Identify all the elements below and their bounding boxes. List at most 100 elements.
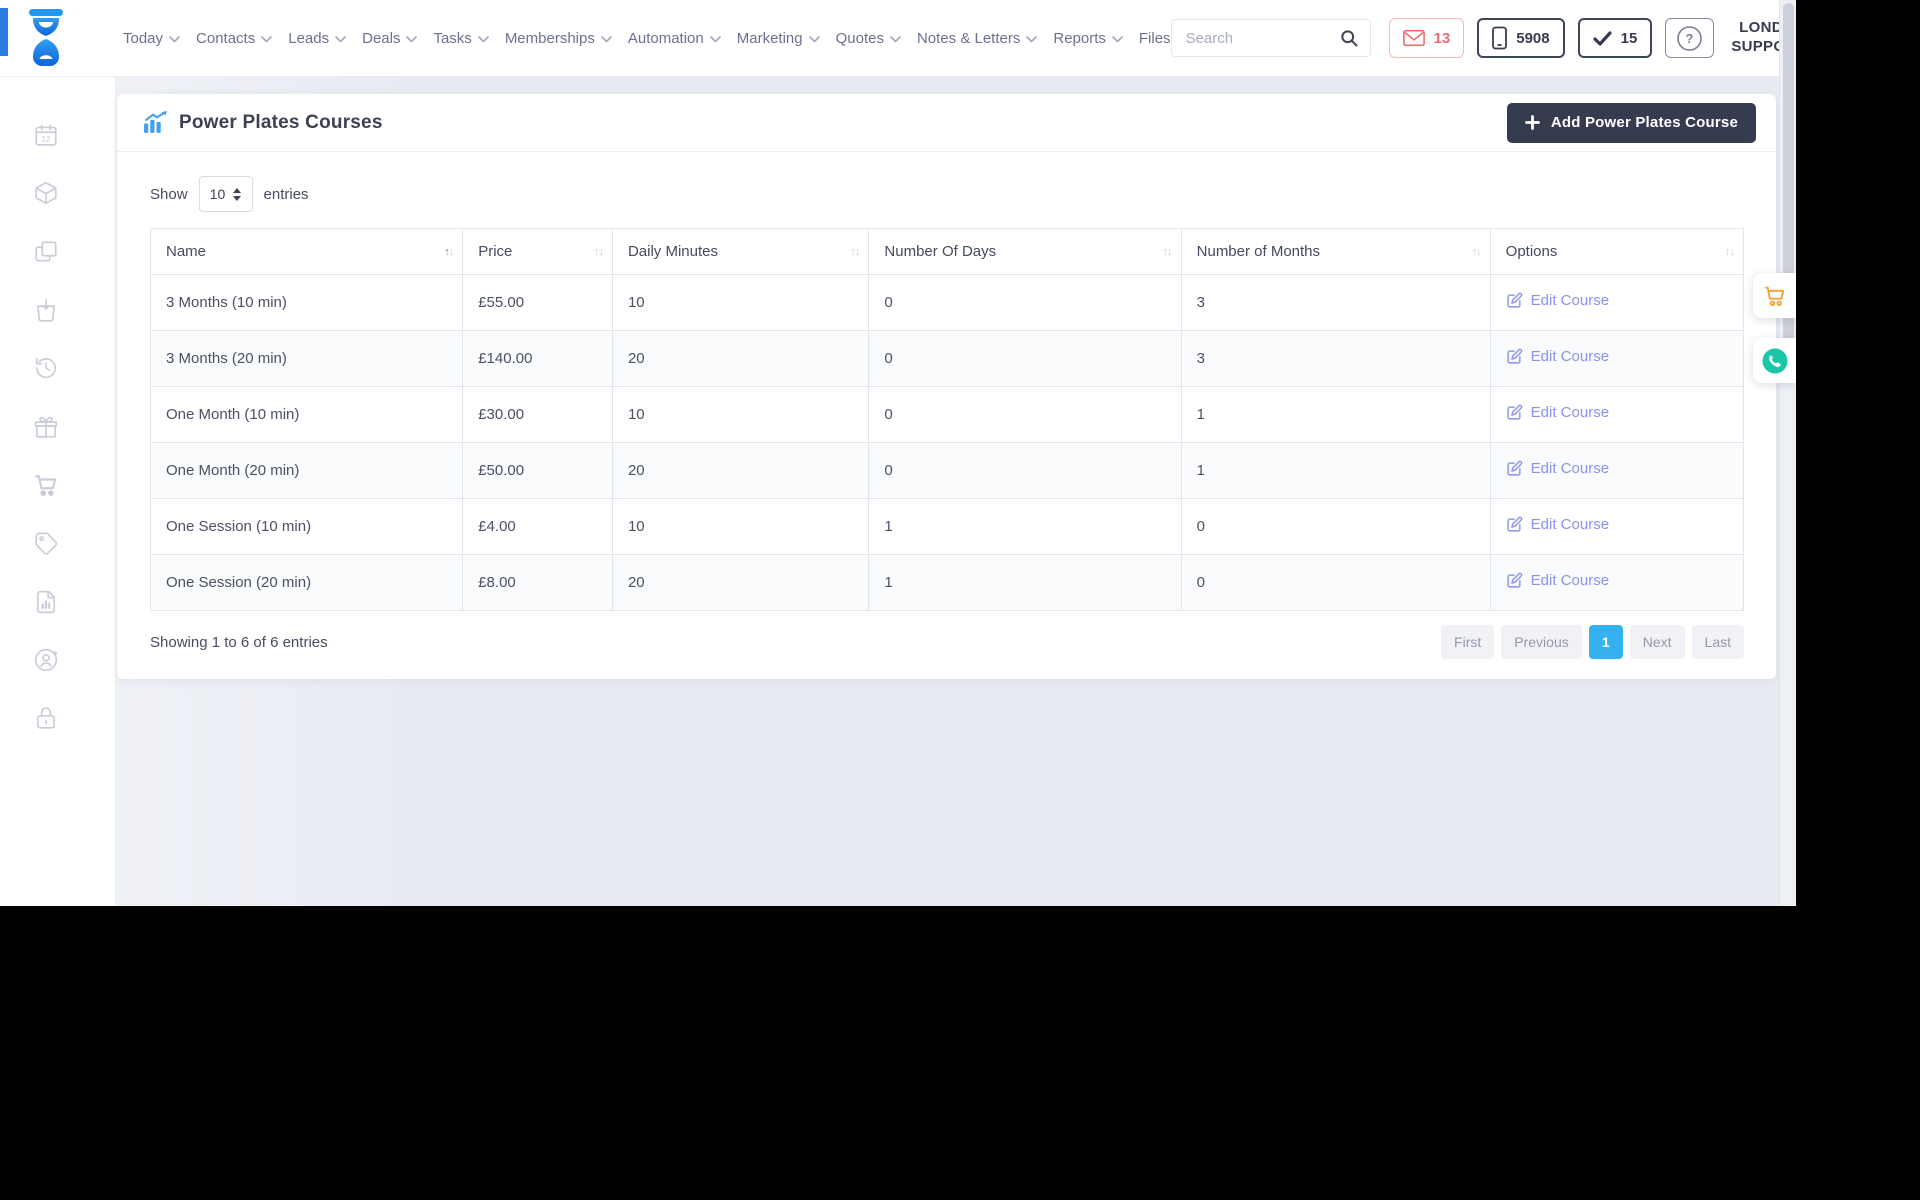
nav-item-label: Notes & Letters — [916, 29, 1021, 47]
app-logo[interactable] — [0, 9, 115, 67]
tasks-count: 15 — [1620, 29, 1638, 47]
sidebar-item-security[interactable] — [0, 689, 115, 747]
sidebar-item-members[interactable] — [0, 631, 115, 689]
table-row: One Session (10 min) £4.00 10 1 0 Edit Course — [149, 498, 1745, 555]
sidebar-item-history[interactable] — [0, 339, 115, 397]
question-icon: ? — [1677, 25, 1703, 51]
column-header-options[interactable]: Options ↑↓ — [1489, 228, 1745, 275]
calls-count: 5908 — [1516, 29, 1550, 47]
cell-price: £50.00 — [462, 442, 613, 499]
edit-icon — [1507, 460, 1522, 476]
chevron-down-icon — [709, 35, 721, 43]
nav-item-reports[interactable]: Reports — [1053, 30, 1123, 47]
nav-item-quotes[interactable]: Quotes — [836, 30, 901, 47]
cell-number-of-months: 0 — [1180, 554, 1491, 611]
svg-text:12: 12 — [41, 135, 51, 144]
chevron-down-icon — [169, 35, 180, 43]
nav-item-label: Files — [1138, 29, 1171, 47]
nav-item-today[interactable]: Today — [123, 30, 180, 47]
edit-course-label: Edit Course — [1530, 572, 1610, 589]
sidebar-item-orders[interactable] — [0, 281, 115, 339]
nav-item-label: Deals — [362, 29, 401, 47]
page-button-last[interactable]: Last — [1691, 625, 1744, 659]
edit-course-link[interactable]: Edit Course — [1506, 460, 1609, 477]
search-input[interactable] — [1171, 29, 1328, 47]
card-body: Show 10 entries Name ↑↓ Price ↑↓ Daily Minut… — [117, 152, 1776, 679]
sidebar-item-duplicates[interactable] — [0, 223, 115, 281]
page-button-next[interactable]: Next — [1629, 625, 1685, 659]
nav-item-label: Automation — [627, 29, 704, 47]
column-header-name[interactable]: Name ↑↓ — [149, 228, 464, 275]
search-button[interactable] — [1328, 20, 1370, 56]
main-content: Power Plates Courses Add Power Plates Co… — [115, 76, 1796, 906]
page-button-1[interactable]: 1 — [1588, 625, 1623, 659]
page-button-first[interactable]: First — [1441, 625, 1495, 659]
chevron-down-icon — [406, 35, 418, 43]
column-header-price[interactable]: Price ↑↓ — [462, 228, 613, 275]
tasks-badge[interactable]: 15 — [1577, 18, 1653, 58]
add-course-button[interactable]: Add Power Plates Course — [1506, 102, 1756, 143]
cell-number-of-days: 0 — [868, 330, 1182, 387]
column-header-number-of-months[interactable]: Number of Months ↑↓ — [1180, 228, 1491, 275]
cell-options: Edit Course — [1489, 330, 1745, 387]
cell-options: Edit Course — [1489, 274, 1745, 331]
page-size-value: 10 — [209, 186, 226, 202]
edit-course-link[interactable]: Edit Course — [1506, 516, 1609, 533]
cell-daily-minutes: 10 — [611, 498, 870, 555]
sidebar-item-reports[interactable] — [0, 572, 115, 630]
nav-item-tasks[interactable]: Tasks — [433, 30, 489, 47]
calls-badge[interactable]: 5908 — [1477, 18, 1565, 58]
sidebar-item-cart[interactable] — [0, 456, 115, 514]
column-header-daily-minutes[interactable]: Daily Minutes ↑↓ — [611, 228, 870, 275]
screen-canvas: Today Contacts Leads Deals Tasks Memberships A… — [0, 0, 1920, 1200]
sort-icon: ↑↓ — [1725, 245, 1735, 258]
page-title: Power Plates Courses — [179, 111, 383, 133]
sidebar-item-gifts[interactable] — [0, 397, 115, 455]
nav-item-memberships[interactable]: Memberships — [505, 30, 612, 47]
nav-item-automation[interactable]: Automation — [628, 30, 721, 47]
floating-cart-button[interactable] — [1753, 273, 1796, 318]
cell-price: £4.00 — [462, 498, 613, 555]
column-header-number-of-days[interactable]: Number Of Days ↑↓ — [868, 228, 1182, 275]
sidebar-item-pricing[interactable] — [0, 514, 115, 572]
chevron-down-icon — [890, 35, 901, 43]
edit-course-label: Edit Course — [1530, 516, 1610, 533]
sidebar-item-calendar[interactable]: 12 — [0, 106, 115, 164]
cell-daily-minutes: 20 — [611, 330, 870, 387]
edit-course-label: Edit Course — [1530, 348, 1610, 365]
chevron-down-icon — [478, 35, 489, 43]
table-header-row: Name ↑↓ Price ↑↓ Daily Minutes ↑↓ Number Of Da… — [149, 228, 1745, 275]
edit-course-label: Edit Course — [1530, 404, 1610, 421]
edit-course-link[interactable]: Edit Course — [1506, 572, 1609, 589]
cube-icon — [35, 182, 57, 205]
nav-item-label: Marketing — [736, 29, 803, 47]
nav-item-notes-letters[interactable]: Notes & Letters — [916, 29, 1038, 47]
messages-count: 13 — [1433, 29, 1451, 47]
page-size-select[interactable]: 10 — [198, 176, 253, 212]
help-button[interactable]: ? — [1665, 18, 1715, 58]
messages-badge[interactable]: 13 — [1388, 18, 1465, 58]
nav-item-files[interactable]: Files — [1139, 30, 1171, 47]
scrollbar[interactable] — [1779, 0, 1796, 906]
cell-price: £55.00 — [462, 274, 613, 331]
cell-number-of-months: 3 — [1180, 330, 1491, 387]
cell-options: Edit Course — [1489, 386, 1745, 443]
cell-price: £30.00 — [462, 386, 613, 443]
nav-item-deals[interactable]: Deals — [362, 29, 418, 47]
edit-course-link[interactable]: Edit Course — [1506, 404, 1609, 421]
cell-number-of-months: 1 — [1180, 386, 1491, 443]
nav-item-contacts[interactable]: Contacts — [196, 30, 273, 47]
sidebar-item-products[interactable] — [0, 164, 115, 222]
table-row: One Session (20 min) £8.00 20 1 0 Edit Course — [149, 554, 1745, 611]
edit-course-link[interactable]: Edit Course — [1506, 348, 1609, 365]
cell-options: Edit Course — [1489, 554, 1745, 611]
nav-item-marketing[interactable]: Marketing — [737, 30, 820, 47]
nav-item-label: Leads — [288, 29, 330, 47]
search-icon — [1340, 30, 1358, 47]
edit-course-link[interactable]: Edit Course — [1506, 292, 1609, 309]
header-tools: 13 5908 15 ? LONDON SUPPORT — [1170, 15, 1796, 61]
nav-item-leads[interactable]: Leads — [288, 30, 346, 47]
whatsapp-icon — [1762, 348, 1787, 373]
page-button-previous[interactable]: Previous — [1501, 625, 1582, 659]
floating-whatsapp-button[interactable] — [1753, 338, 1796, 383]
